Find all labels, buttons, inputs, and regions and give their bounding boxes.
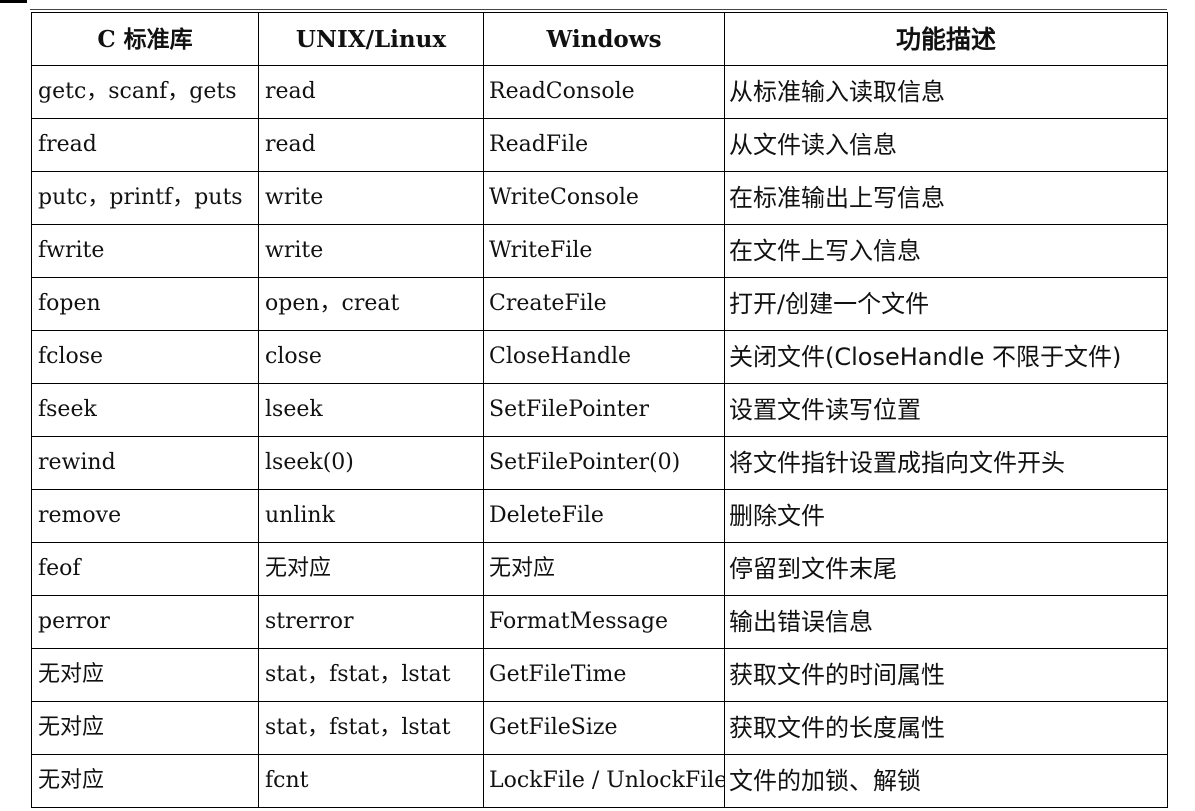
cell-windows: GetFileSize (483, 701, 725, 755)
cell-description: 输出错误信息 (724, 595, 1168, 649)
cell-windows: ReadConsole (483, 65, 725, 119)
cell-windows: ReadFile (483, 118, 725, 172)
cell-c-stdlib: fclose (31, 330, 259, 384)
cell-description: 关闭文件(CloseHandle 不限于文件) (724, 330, 1168, 384)
cell-unix-linux: unlink (258, 489, 484, 543)
header-c-stdlib: C 标准库 (31, 12, 259, 66)
header-unix-linux: UNIX/Linux (258, 12, 484, 66)
cell-windows: GetFileTime (483, 648, 725, 702)
cell-c-stdlib: 无对应 (31, 754, 259, 808)
cell-c-stdlib: putc，printf，puts (31, 171, 259, 225)
cell-description: 获取文件的时间属性 (724, 648, 1168, 702)
table-row: 无对应 fcnt LockFile / UnlockFile 文件的加锁、解锁 (31, 754, 1168, 808)
cell-unix-linux: fcnt (258, 754, 484, 808)
cell-unix-linux: open，creat (258, 277, 484, 331)
cell-description: 从文件读入信息 (724, 118, 1168, 172)
cell-c-stdlib: 无对应 (31, 701, 259, 755)
table-row: fclose close CloseHandle 关闭文件(CloseHandl… (31, 330, 1168, 384)
cell-windows: LockFile / UnlockFile (483, 754, 725, 808)
cell-unix-linux: lseek(0) (258, 436, 484, 490)
table-row: fread read ReadFile 从文件读入信息 (31, 118, 1168, 172)
cell-description: 将文件指针设置成指向文件开头 (724, 436, 1168, 490)
cell-description: 设置文件读写位置 (724, 383, 1168, 437)
table-header: C 标准库 UNIX/Linux Windows 功能描述 (31, 12, 1168, 66)
cell-unix-linux: stat，fstat，lstat (258, 701, 484, 755)
cell-unix-linux: 无对应 (258, 542, 484, 596)
cell-unix-linux: close (258, 330, 484, 384)
table-row: getc，scanf，gets read ReadConsole 从标准输入读取… (31, 65, 1168, 119)
cell-description: 打开/创建一个文件 (724, 277, 1168, 331)
cell-windows: SetFilePointer(0) (483, 436, 725, 490)
cell-description: 在标准输出上写信息 (724, 171, 1168, 225)
cell-c-stdlib: feof (31, 542, 259, 596)
cell-windows: WriteConsole (483, 171, 725, 225)
cell-c-stdlib: perror (31, 595, 259, 649)
table-row: 无对应 stat，fstat，lstat GetFileTime 获取文件的时间… (31, 648, 1168, 702)
header-description: 功能描述 (724, 12, 1168, 66)
cell-unix-linux: read (258, 118, 484, 172)
cell-windows: CreateFile (483, 277, 725, 331)
table-row: fseek lseek SetFilePointer 设置文件读写位置 (31, 383, 1168, 437)
cell-unix-linux: write (258, 171, 484, 225)
header-row: C 标准库 UNIX/Linux Windows 功能描述 (31, 12, 1168, 66)
cell-c-stdlib: fopen (31, 277, 259, 331)
table-row: rewind lseek(0) SetFilePointer(0) 将文件指针设… (31, 436, 1168, 490)
table-row: feof 无对应 无对应 停留到文件末尾 (31, 542, 1168, 596)
cell-windows: 无对应 (483, 542, 725, 596)
cell-c-stdlib: fread (31, 118, 259, 172)
cell-description: 文件的加锁、解锁 (724, 754, 1168, 808)
cell-unix-linux: stat，fstat，lstat (258, 648, 484, 702)
cell-c-stdlib: fseek (31, 383, 259, 437)
cell-c-stdlib: getc，scanf，gets (31, 65, 259, 119)
table-row: remove unlink DeleteFile 删除文件 (31, 489, 1168, 543)
cell-c-stdlib: 无对应 (31, 648, 259, 702)
table-row: fwrite write WriteFile 在文件上写入信息 (31, 224, 1168, 278)
table-row: 无对应 stat，fstat，lstat GetFileSize 获取文件的长度… (31, 701, 1168, 755)
cell-c-stdlib: remove (31, 489, 259, 543)
cell-c-stdlib: rewind (31, 436, 259, 490)
cell-windows: SetFilePointer (483, 383, 725, 437)
cell-windows: CloseHandle (483, 330, 725, 384)
cell-description: 在文件上写入信息 (724, 224, 1168, 278)
table-row: perror strerror FormatMessage 输出错误信息 (31, 595, 1168, 649)
cell-description: 停留到文件末尾 (724, 542, 1168, 596)
cell-unix-linux: read (258, 65, 484, 119)
cell-description: 获取文件的长度属性 (724, 701, 1168, 755)
cell-windows: WriteFile (483, 224, 725, 278)
table-row: fopen open，creat CreateFile 打开/创建一个文件 (31, 277, 1168, 331)
cell-unix-linux: lseek (258, 383, 484, 437)
cell-windows: FormatMessage (483, 595, 725, 649)
table-row: putc，printf，puts write WriteConsole 在标准输… (31, 171, 1168, 225)
table-body: getc，scanf，gets read ReadConsole 从标准输入读取… (31, 65, 1168, 808)
cell-description: 删除文件 (724, 489, 1168, 543)
cell-unix-linux: write (258, 224, 484, 278)
cell-c-stdlib: fwrite (31, 224, 259, 278)
header-windows: Windows (483, 12, 725, 66)
cell-windows: DeleteFile (483, 489, 725, 543)
top-rule (30, 9, 1167, 10)
top-left-mark (0, 0, 27, 3)
cell-description: 从标准输入读取信息 (724, 65, 1168, 119)
io-function-table: C 标准库 UNIX/Linux Windows 功能描述 getc，scanf… (31, 12, 1168, 808)
cell-unix-linux: strerror (258, 595, 484, 649)
